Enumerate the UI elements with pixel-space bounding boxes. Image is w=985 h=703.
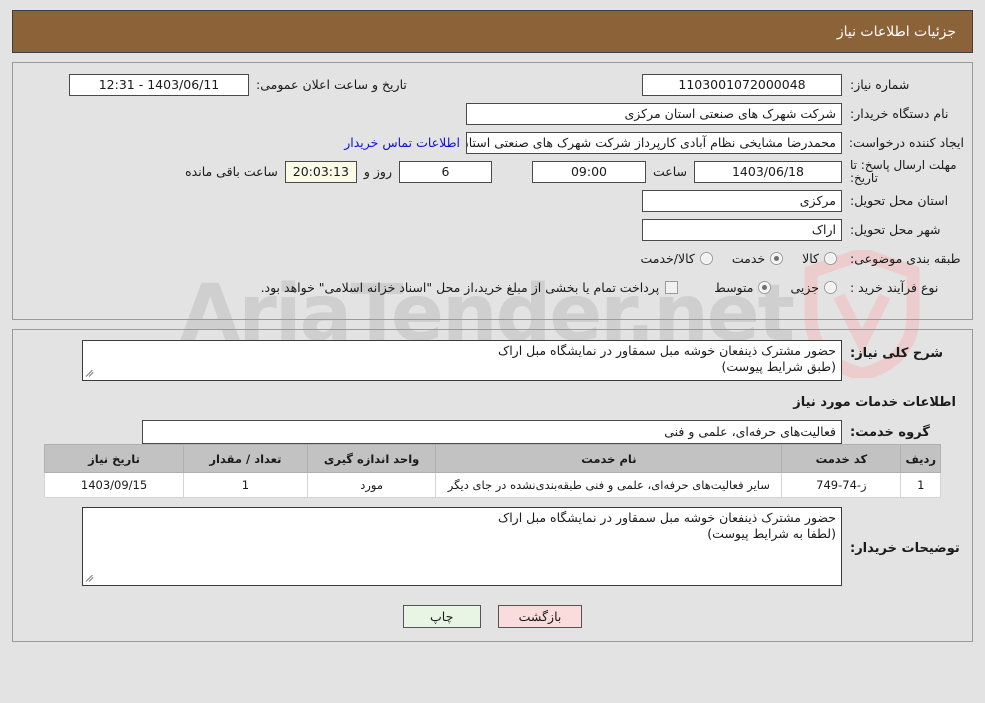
buyer-notes-label: توضیحات خریدار:	[850, 541, 960, 556]
row-buyer-notes: توضیحات خریدار: حضور مشترک ذینفعان خوشه …	[21, 507, 964, 586]
row-province: استان محل تحویل: مرکزی	[21, 187, 964, 214]
need-number-value: 1103001072000048	[642, 73, 842, 96]
category-option-kala[interactable]: کالا	[802, 251, 842, 266]
treasury-documents-checkbox-wrap[interactable]: پرداخت تمام یا بخشی از مبلغ خرید،از محل …	[261, 280, 679, 295]
cell-radif: 1	[900, 472, 941, 498]
services-section-title: اطلاعات خدمات مورد نیاز	[793, 395, 956, 410]
radio-icon-kala-khedmat[interactable]	[699, 252, 713, 265]
row-category: طبقه بندی موضوعی: کالا خدمت کالا/خدمت	[21, 245, 964, 272]
cell-name: سایر فعالیت‌های حرفه‌ای، علمی و فنی طبقه…	[435, 472, 783, 498]
table-header-qty: تعداد / مقدار	[183, 444, 308, 473]
deadline-days-value: 6	[398, 160, 492, 183]
row-creator: ایجاد کننده درخواست: محمدرضا مشایخی نظام…	[21, 129, 964, 156]
province-value: مرکزی	[642, 189, 842, 212]
city-label: شهر محل تحویل:	[850, 222, 941, 237]
deadline-date-value: 1403/06/18	[694, 160, 842, 183]
row-deadline: مهلت ارسال پاسخ: تا تاریخ: 1403/06/18 سا…	[21, 158, 964, 185]
row-purchase-type: نوع فرآیند خرید : جزیی متوسط پرداخت تمام…	[21, 274, 964, 301]
treasury-documents-label: پرداخت تمام یا بخشی از مبلغ خرید،از محل …	[260, 280, 660, 295]
buyer-notes-textarea[interactable]: حضور مشترک ذینفعان خوشه مبل سمقاور در نم…	[82, 507, 842, 586]
purchase-type-option-jozii-label: جزیی	[790, 280, 819, 295]
radio-icon-kala[interactable]	[824, 252, 837, 265]
deadline-label: مهلت ارسال پاسخ: تا تاریخ:	[850, 157, 957, 185]
radio-icon-jozii[interactable]	[824, 281, 837, 294]
service-group-value: فعالیت‌های حرفه‌ای، علمی و فنی	[142, 420, 842, 444]
table-header-code: کد خدمت	[781, 444, 902, 473]
buyer-contact-link[interactable]: اطلاعات تماس خریدار	[338, 135, 466, 150]
category-label: طبقه بندی موضوعی:	[850, 251, 961, 266]
checkbox-icon-treasury[interactable]	[665, 281, 679, 294]
need-number-label: شماره نیاز:	[850, 77, 910, 92]
row-need-number: شماره نیاز: 1103001072000048 تاریخ و ساع…	[21, 71, 964, 98]
cell-code: ز-74-749	[781, 472, 902, 498]
deadline-time-value: 09:00	[531, 160, 646, 183]
creator-value: محمدرضا مشایخی نظام آبادی کارپرداز شرکت …	[466, 131, 842, 154]
deadline-days-label: روز و	[363, 164, 392, 179]
creator-label: ایجاد کننده درخواست:	[848, 135, 964, 150]
page-title-bar: جزئیات اطلاعات نیاز	[12, 10, 973, 53]
category-option-kala-label: کالا	[802, 251, 819, 266]
print-button[interactable]: چاپ	[402, 605, 481, 628]
table-header-radif: ردیف	[900, 444, 941, 473]
cell-unit: مورد	[306, 472, 437, 498]
table-header-row: ردیف کد خدمت نام خدمت واحد اندازه گیری ت…	[43, 444, 941, 473]
resize-grip-icon-notes[interactable]	[85, 572, 97, 584]
city-value: اراک	[642, 218, 842, 241]
radio-icon-motevaset[interactable]	[758, 281, 772, 294]
countdown-timer: 20:03:13	[284, 160, 357, 183]
public-announce-value: 1403/06/11 - 12:31	[69, 73, 249, 96]
back-button[interactable]: بازگشت	[497, 605, 583, 628]
page-root: جزئیات اطلاعات نیاز شماره نیاز: 11030010…	[0, 10, 985, 642]
purchase-type-option-motevaset-label: متوسط	[714, 280, 754, 295]
category-option-khedmat-label: خدمت	[731, 251, 766, 266]
purchase-type-label: نوع فرآیند خرید :	[850, 280, 939, 295]
category-option-kala-khedmat-label: کالا/خدمت	[640, 251, 695, 266]
row-city: شهر محل تحویل: اراک	[21, 216, 964, 243]
purchase-type-option-jozii[interactable]: جزیی	[790, 280, 842, 295]
cell-qty: 1	[183, 472, 308, 498]
table-header-name: نام خدمت	[435, 444, 783, 473]
page-title: جزئیات اطلاعات نیاز	[836, 23, 956, 40]
row-service-group: گروه خدمت: فعالیت‌های حرفه‌ای، علمی و فن…	[21, 420, 964, 444]
row-buyer-org: نام دستگاه خریدار: شرکت شهرک های صنعتی ا…	[21, 100, 964, 127]
service-group-label: گروه خدمت:	[850, 424, 930, 440]
countdown-label: ساعت باقی مانده	[185, 164, 278, 179]
action-button-bar: بازگشت چاپ	[0, 605, 985, 628]
general-desc-textarea[interactable]: حضور مشترک ذینفعان خوشه مبل سمقاور در نم…	[82, 340, 842, 381]
need-info-panel: شماره نیاز: 1103001072000048 تاریخ و ساع…	[12, 62, 973, 320]
general-desc-label: شرح کلی نیاز:	[850, 346, 944, 361]
category-option-khedmat[interactable]: خدمت	[732, 251, 788, 266]
service-items-table: ردیف کد خدمت نام خدمت واحد اندازه گیری ت…	[43, 444, 941, 498]
deadline-time-label: ساعت	[652, 164, 687, 179]
row-general-description: شرح کلی نیاز: حضور مشترک ذینفعان خوشه مب…	[21, 340, 964, 381]
buyer-org-label: نام دستگاه خریدار:	[850, 106, 949, 121]
cell-date: 1403/09/15	[43, 472, 185, 498]
radio-icon-khedmat[interactable]	[770, 252, 784, 265]
resize-grip-icon[interactable]	[85, 367, 97, 379]
table-header-unit: واحد اندازه گیری	[306, 444, 437, 473]
service-details-panel: شرح کلی نیاز: حضور مشترک ذینفعان خوشه مب…	[12, 329, 973, 642]
purchase-type-option-motevaset[interactable]: متوسط	[714, 280, 776, 295]
category-radio-group: کالا خدمت کالا/خدمت	[626, 251, 842, 266]
public-announce-label: تاریخ و ساعت اعلان عمومی:	[256, 77, 407, 92]
category-option-kala-khedmat[interactable]: کالا/خدمت	[640, 251, 717, 266]
province-label: استان محل تحویل:	[850, 193, 949, 208]
buyer-org-value: شرکت شهرک های صنعتی استان مرکزی	[466, 102, 842, 125]
table-header-date: تاریخ نیاز	[43, 444, 185, 473]
purchase-type-radio-group: جزیی متوسط	[700, 280, 842, 295]
table-row: 1 ز-74-749 سایر فعالیت‌های حرفه‌ای، علمی…	[43, 472, 941, 498]
